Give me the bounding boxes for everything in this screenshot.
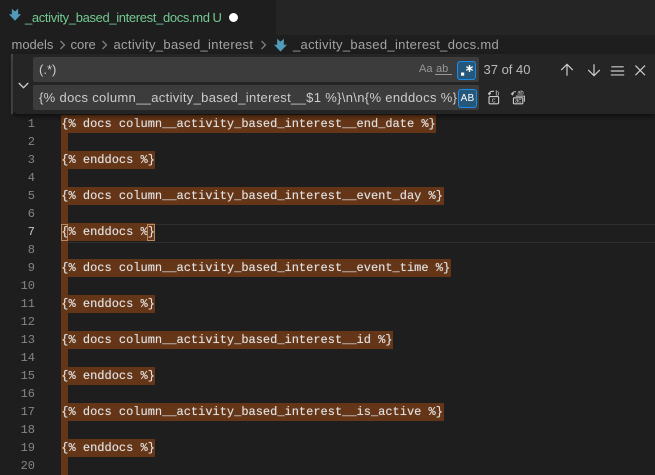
svg-text:c: c: [492, 98, 496, 105]
svg-text:ac: ac: [515, 97, 522, 104]
